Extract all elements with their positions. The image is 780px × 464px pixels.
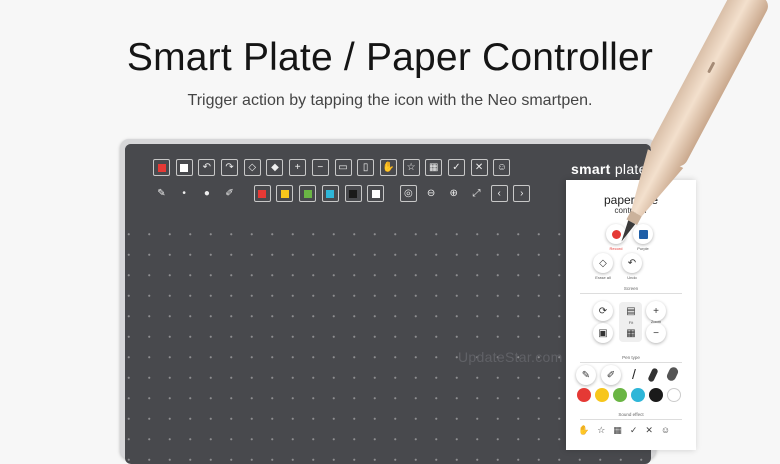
color-cyan-icon[interactable]	[321, 185, 339, 202]
hand-icon[interactable]: ✋	[379, 159, 397, 176]
plus-icon: +	[653, 305, 659, 317]
rotate-button[interactable]: ⟳	[593, 301, 613, 321]
star-icon[interactable]: ☆	[597, 425, 613, 435]
hand-icon[interactable]: ✋	[578, 425, 597, 435]
color-black-icon[interactable]	[344, 185, 362, 202]
color-white-icon[interactable]	[367, 185, 385, 202]
color-swatch[interactable]	[667, 388, 681, 402]
erase-all-button[interactable]: ◇	[593, 253, 613, 273]
pen-medium-icon[interactable]	[647, 367, 659, 383]
fit-button[interactable]: ▤	[621, 301, 641, 321]
neo-smartpen	[621, 0, 768, 242]
close-icon[interactable]: ✕	[470, 159, 488, 176]
swatch-fill	[371, 189, 380, 198]
pen-type-pen-button[interactable]: ✎	[576, 365, 596, 385]
section-pen-type: Pen type	[580, 355, 682, 363]
star-icon[interactable]: ☆	[402, 159, 420, 176]
zoom-in-icon[interactable]: ⊕	[445, 185, 462, 202]
swatch-fill	[303, 189, 312, 198]
pen-thin-icon[interactable]: /	[632, 366, 636, 382]
lasso-icon[interactable]: ◎	[399, 185, 417, 202]
red-square-icon[interactable]	[153, 159, 170, 176]
page-icon[interactable]: ▭	[334, 159, 352, 176]
section-sound: Sound effect	[580, 412, 682, 420]
color-swatch[interactable]	[649, 388, 663, 402]
erase-all-label: Erase all	[595, 275, 611, 280]
marker-icon: ✐	[606, 369, 616, 381]
pen-type-marker-button[interactable]: ✐	[601, 365, 621, 385]
pen-icon: ✎	[581, 369, 591, 381]
toolbar-row-1: ↶ ↷ ◇ ◆ + − ▭ ▯ ✋ ☆ ▦ ✓ ✕ ☺	[153, 159, 516, 176]
fit-screen-icon[interactable]: ⤢	[468, 185, 485, 202]
camera-icon: ▣	[598, 327, 608, 339]
plus-icon[interactable]: +	[289, 159, 307, 176]
undo-icon[interactable]: ↶	[198, 159, 216, 176]
screen-icon: ▦	[626, 327, 636, 339]
swatch-fill	[280, 189, 289, 198]
eraser-icon: ◇	[599, 257, 607, 269]
pen-thin-icon[interactable]: •	[176, 185, 193, 202]
calendar-icon[interactable]: ▦	[425, 159, 443, 176]
pen-thick-icon[interactable]	[665, 365, 680, 383]
color-green-icon[interactable]	[299, 185, 317, 202]
eraser-icon[interactable]: ◇	[243, 159, 261, 176]
swatch-fill	[157, 163, 166, 172]
eraser-all-icon[interactable]: ◆	[266, 159, 284, 176]
redo-icon[interactable]: ↷	[221, 159, 239, 176]
swatch-fill	[258, 189, 267, 198]
color-red-icon[interactable]	[253, 185, 271, 202]
zoom-out-icon[interactable]: ⊖	[423, 185, 440, 202]
color-swatch[interactable]	[577, 388, 591, 402]
color-swatch[interactable]	[595, 388, 609, 402]
color-swatch[interactable]	[631, 388, 645, 402]
zoom-out-button[interactable]: −	[646, 323, 666, 343]
page-add-icon[interactable]: ▯	[357, 159, 375, 176]
fit-icon: ▤	[626, 305, 636, 317]
rotate-icon: ⟳	[598, 305, 608, 317]
swatch-fill	[326, 189, 335, 198]
swatch-fill	[180, 163, 189, 172]
check-icon[interactable]: ✓	[630, 425, 646, 435]
marker-icon[interactable]: ✐	[221, 185, 238, 202]
swatch-fill	[349, 189, 357, 198]
zoom-in-button[interactable]: +	[646, 301, 666, 321]
next-page-icon[interactable]: ›	[513, 185, 531, 202]
white-square-icon[interactable]	[175, 159, 193, 176]
close-icon[interactable]: ✕	[645, 425, 661, 435]
minus-icon: −	[653, 327, 659, 339]
calendar-icon[interactable]: ▦	[613, 425, 630, 435]
pen-thick-icon[interactable]: ●	[198, 185, 215, 202]
screen-button[interactable]: ▦	[621, 323, 641, 343]
camera-button[interactable]: ▣	[593, 323, 613, 343]
smile-icon[interactable]: ☺	[661, 425, 678, 435]
sound-icons[interactable]: ✋☆▦✓✕☺	[578, 425, 678, 436]
check-icon[interactable]: ✓	[447, 159, 465, 176]
toolbar-row-2: ✎ • ● ✐ ◎ ⊖ ⊕ ⤢ ‹ ›	[153, 185, 536, 202]
minus-icon[interactable]: −	[311, 159, 329, 176]
brand-smart: smart	[571, 161, 611, 177]
color-swatch[interactable]	[613, 388, 627, 402]
pen-icon[interactable]: ✎	[153, 185, 170, 202]
watermark: UpdateStar.com	[458, 349, 563, 365]
smile-icon[interactable]: ☺	[493, 159, 511, 176]
color-yellow-icon[interactable]	[276, 185, 294, 202]
pen-body	[621, 0, 768, 242]
prev-page-icon[interactable]: ‹	[490, 185, 508, 202]
